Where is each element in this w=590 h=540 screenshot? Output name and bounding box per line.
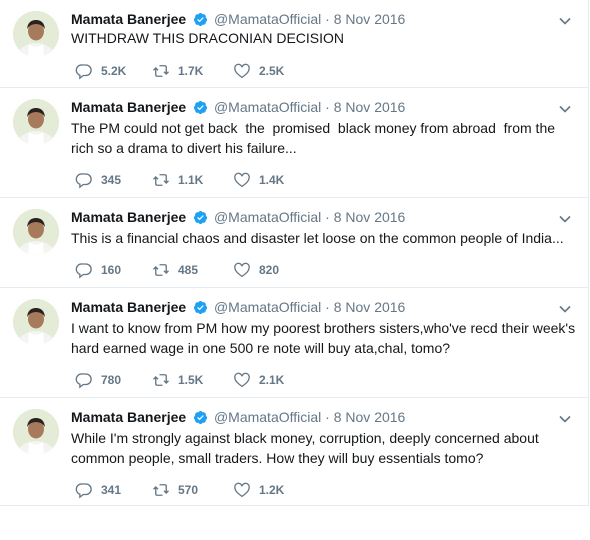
author-name[interactable]: Mamata Banerjee xyxy=(71,99,186,115)
tweet-date[interactable]: 8 Nov 2016 xyxy=(334,11,406,27)
author-handle[interactable]: @MamataOfficial xyxy=(214,409,321,425)
reply-icon xyxy=(75,373,92,389)
like-count: 1.4K xyxy=(259,173,285,187)
like-icon xyxy=(234,372,250,388)
like-icon xyxy=(234,63,250,79)
separator: · xyxy=(325,409,330,425)
tweet-header: Mamata Banerjee @MamataOfficial · 8 Nov … xyxy=(71,408,405,429)
separator: · xyxy=(325,11,330,27)
like-count: 2.1K xyxy=(259,373,285,387)
verified-badge-icon xyxy=(193,300,208,319)
reply-icon xyxy=(75,483,92,499)
avatar[interactable] xyxy=(13,409,59,455)
tweet-text: The PM could not get back the promised b… xyxy=(71,120,559,156)
retweet-count: 485 xyxy=(178,263,199,277)
chevron-down-icon[interactable] xyxy=(558,102,572,116)
avatar-image xyxy=(13,299,59,345)
reply-count: 5.2K xyxy=(101,64,127,78)
reply-count: 345 xyxy=(101,173,122,187)
reply-icon xyxy=(75,263,92,279)
tweet-text: WITHDRAW THIS DRACONIAN DECISION xyxy=(71,30,345,46)
author-name[interactable]: Mamata Banerjee xyxy=(71,11,186,27)
separator: · xyxy=(325,209,330,225)
tweet-text: I want to know from PM how my poorest br… xyxy=(71,320,579,356)
avatar-image xyxy=(13,11,59,57)
retweet-icon xyxy=(153,374,169,386)
retweet-icon xyxy=(153,65,169,77)
reply-icon xyxy=(75,64,92,80)
avatar[interactable] xyxy=(13,99,59,145)
chevron-down-icon[interactable] xyxy=(558,212,572,226)
tweet-date[interactable]: 8 Nov 2016 xyxy=(334,99,406,115)
retweet-count: 1.7K xyxy=(178,64,204,78)
author-name[interactable]: Mamata Banerjee xyxy=(71,209,186,225)
avatar-image xyxy=(13,409,59,455)
tweet[interactable]: Mamata Banerjee @MamataOfficial · 8 Nov … xyxy=(0,88,588,198)
reply-count: 160 xyxy=(101,263,122,277)
chevron-down-icon[interactable] xyxy=(558,14,572,28)
retweet-count: 570 xyxy=(178,483,199,497)
verified-badge-icon xyxy=(193,410,208,429)
like-count: 1.2K xyxy=(259,483,285,497)
author-handle[interactable]: @MamataOfficial xyxy=(214,209,321,225)
tweet-header: Mamata Banerjee @MamataOfficial · 8 Nov … xyxy=(71,98,405,119)
like-count: 2.5K xyxy=(259,64,285,78)
author-name[interactable]: Mamata Banerjee xyxy=(71,409,186,425)
author-handle[interactable]: @MamataOfficial xyxy=(214,99,321,115)
author-handle[interactable]: @MamataOfficial xyxy=(214,11,321,27)
tweet-date[interactable]: 8 Nov 2016 xyxy=(334,209,406,225)
tweet[interactable]: Mamata Banerjee @MamataOfficial · 8 Nov … xyxy=(0,398,588,506)
verified-badge-icon xyxy=(193,210,208,229)
verified-badge-icon xyxy=(193,100,208,119)
tweet[interactable]: Mamata Banerjee @MamataOfficial · 8 Nov … xyxy=(0,0,588,88)
retweet-icon xyxy=(153,484,169,496)
retweet-icon xyxy=(153,174,169,186)
avatar-image xyxy=(13,209,59,255)
tweet-header: Mamata Banerjee @MamataOfficial · 8 Nov … xyxy=(71,298,405,319)
reply-icon xyxy=(75,173,92,189)
reply-count: 341 xyxy=(101,483,122,497)
retweet-count: 1.5K xyxy=(178,373,204,387)
reply-count: 780 xyxy=(101,373,122,387)
separator: · xyxy=(325,299,330,315)
chevron-down-icon[interactable] xyxy=(558,412,572,426)
avatar[interactable] xyxy=(13,209,59,255)
tweet[interactable]: Mamata Banerjee @MamataOfficial · 8 Nov … xyxy=(0,288,588,398)
tweet-text: This is a financial chaos and disaster l… xyxy=(71,230,564,246)
retweet-icon xyxy=(153,264,169,276)
separator: · xyxy=(325,99,330,115)
avatar-image xyxy=(13,99,59,145)
chevron-down-icon[interactable] xyxy=(558,302,572,316)
tweet-text: While I'm strongly against black money, … xyxy=(71,430,543,466)
avatar[interactable] xyxy=(13,11,59,57)
author-name[interactable]: Mamata Banerjee xyxy=(71,299,186,315)
like-icon xyxy=(234,172,250,188)
like-icon xyxy=(234,262,250,278)
like-count: 820 xyxy=(259,263,280,277)
tweet-feed: Mamata Banerjee @MamataOfficial · 8 Nov … xyxy=(0,0,589,506)
avatar[interactable] xyxy=(13,299,59,345)
author-handle[interactable]: @MamataOfficial xyxy=(214,299,321,315)
tweet-header: Mamata Banerjee @MamataOfficial · 8 Nov … xyxy=(71,208,405,229)
tweet[interactable]: Mamata Banerjee @MamataOfficial · 8 Nov … xyxy=(0,198,588,288)
retweet-count: 1.1K xyxy=(178,173,204,187)
tweet-date[interactable]: 8 Nov 2016 xyxy=(334,409,406,425)
tweet-date[interactable]: 8 Nov 2016 xyxy=(334,299,406,315)
like-icon xyxy=(234,482,250,498)
